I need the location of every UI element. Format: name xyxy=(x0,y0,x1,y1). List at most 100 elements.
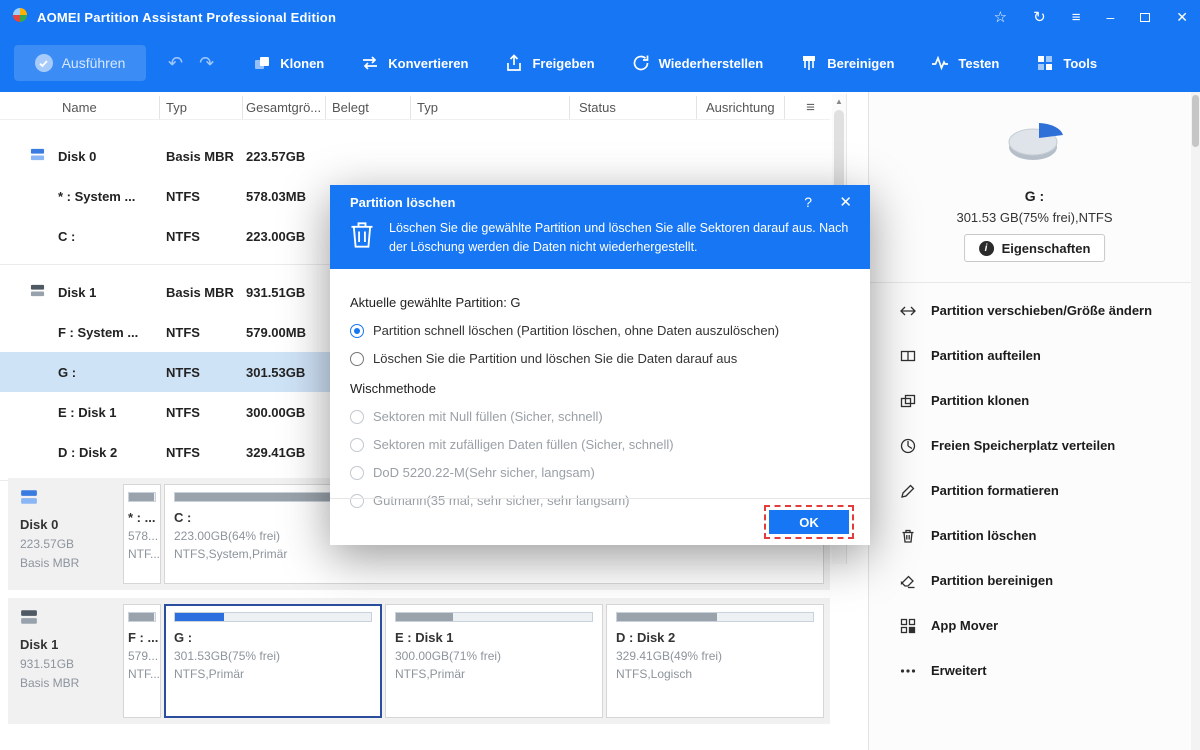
maximize-icon xyxy=(1140,13,1151,22)
table-row-disk0[interactable]: Disk 0 Basis MBR 223.57GB xyxy=(0,136,830,176)
window-scrollbar-thumb[interactable] xyxy=(1192,95,1199,147)
partition-card-f[interactable]: F : ... 579... NTF... xyxy=(123,604,161,718)
properties-button[interactable]: i Eigenschaften xyxy=(963,234,1106,262)
disk-icon xyxy=(20,610,38,630)
dialog-close-icon[interactable]: ✕ xyxy=(839,193,852,211)
partition-name: G : xyxy=(174,630,193,645)
row-size: 329.41GB xyxy=(246,444,306,460)
toolbar-label: Freigeben xyxy=(532,55,595,71)
option-label: Sektoren mit Null füllen (Sicher, schnel… xyxy=(373,409,603,424)
radio-disabled-icon xyxy=(350,437,364,452)
column-header-type2[interactable]: Typ xyxy=(411,96,570,119)
sidebar-item-split[interactable]: Partition aufteilen xyxy=(869,333,1190,378)
radio-unselected-icon[interactable] xyxy=(350,351,364,366)
partition-size: 301.53GB(75% frei) xyxy=(174,649,281,663)
scroll-up-arrow-icon[interactable]: ▲ xyxy=(832,94,846,108)
sidebar-item-delete[interactable]: Partition löschen xyxy=(869,513,1190,558)
minimize-button[interactable]: – xyxy=(1106,10,1114,24)
redo-icon[interactable]: ↷ xyxy=(199,53,214,74)
sidebar-item-move-resize[interactable]: Partition verschieben/Größe ändern xyxy=(869,288,1190,333)
row-name: G : xyxy=(0,365,160,380)
share-icon xyxy=(504,53,524,73)
row-size: 300.00GB xyxy=(246,404,306,420)
option-label: Sektoren mit zufälligen Daten füllen (Si… xyxy=(373,437,674,452)
row-name-text: Disk 0 xyxy=(58,148,97,164)
toolbar-item-clean[interactable]: Bereinigen xyxy=(799,53,894,73)
window-scrollbar[interactable] xyxy=(1191,92,1200,750)
row-name-text: F : System ... xyxy=(58,324,139,340)
capacity-bar xyxy=(128,492,156,502)
column-header-alignment[interactable]: Ausrichtung xyxy=(697,96,785,119)
ok-button[interactable]: OK xyxy=(769,510,849,534)
disk-icon xyxy=(30,283,45,301)
column-header-type[interactable]: Typ xyxy=(160,96,243,119)
sidebar-item-advanced[interactable]: Erweitert xyxy=(869,648,1190,693)
capacity-bar xyxy=(616,612,814,622)
toolbar-item-test[interactable]: Testen xyxy=(930,53,999,73)
dialog-footer: OK xyxy=(330,498,870,545)
sidebar-item-wipe[interactable]: Partition bereinigen xyxy=(869,558,1190,603)
column-header-used[interactable]: Belegt xyxy=(326,96,411,119)
partition-card-system[interactable]: * : ... 578... NTF... xyxy=(123,484,161,584)
option-quick-delete[interactable]: Partition schnell löschen (Partition lös… xyxy=(350,323,850,338)
sidebar-menu: Partition verschieben/Größe ändern Parti… xyxy=(869,288,1190,693)
row-type: Basis MBR xyxy=(166,148,234,164)
titlebar: AOMEI Partition Assistant Professional E… xyxy=(0,0,1200,34)
refresh-icon[interactable]: ↻ xyxy=(1033,10,1046,25)
radio-disabled-icon xyxy=(350,465,364,480)
column-settings-icon[interactable]: ≡ xyxy=(785,96,830,119)
capacity-bar xyxy=(128,612,156,622)
row-name: Disk 0 xyxy=(0,149,160,164)
tools-icon xyxy=(1035,53,1055,73)
toolbar-item-tools[interactable]: Tools xyxy=(1035,53,1097,73)
help-icon[interactable]: ? xyxy=(804,194,812,210)
partition-card-e[interactable]: E : Disk 1 300.00GB(71% frei) NTFS,Primä… xyxy=(385,604,603,718)
partition-fs: NTFS,Logisch xyxy=(616,667,693,681)
sidebar-item-app-mover[interactable]: App Mover xyxy=(869,603,1190,648)
ellipsis-icon xyxy=(899,662,917,680)
dialog-title: Partition löschen xyxy=(350,195,456,210)
wipe-method-zero-fill: Sektoren mit Null füllen (Sicher, schnel… xyxy=(350,409,850,424)
row-name-text: E : Disk 1 xyxy=(58,404,117,420)
sidebar-item-format[interactable]: Partition formatieren xyxy=(869,468,1190,513)
sidebar-item-clone[interactable]: Partition klonen xyxy=(869,378,1190,423)
column-header-total-size[interactable]: Gesamtgrö... xyxy=(243,96,326,119)
partition-card-g-selected[interactable]: G : 301.53GB(75% frei) NTFS,Primär xyxy=(164,604,382,718)
apply-button[interactable]: Ausführen xyxy=(14,45,146,81)
toolbar-item-restore[interactable]: Wiederherstellen xyxy=(631,53,763,73)
row-size: 223.57GB xyxy=(246,148,306,164)
toolbar-item-share[interactable]: Freigeben xyxy=(504,53,595,73)
disk0-info-card[interactable]: Disk 0 223.57GB Basis MBR xyxy=(14,484,120,584)
partition-fs: NTFS,Primär xyxy=(395,667,465,681)
eraser-icon xyxy=(899,572,917,590)
option-delete-and-wipe[interactable]: Löschen Sie die Partition und löschen Si… xyxy=(350,351,850,366)
column-header-status[interactable]: Status xyxy=(570,96,697,119)
close-button[interactable]: ✕ xyxy=(1176,10,1188,24)
menu-label: Partition löschen xyxy=(931,528,1037,543)
toolbar-item-convert[interactable]: Konvertieren xyxy=(360,53,468,73)
split-partition-icon xyxy=(899,347,917,365)
row-name: Disk 1 xyxy=(0,285,160,300)
disk1-info-card[interactable]: Disk 1 931.51GB Basis MBR xyxy=(14,604,120,718)
option-label: DoD 5220.22-M(Sehr sicher, langsam) xyxy=(373,465,595,480)
favorite-star-icon[interactable]: ☆ xyxy=(994,10,1007,25)
maximize-button[interactable] xyxy=(1140,10,1151,24)
clone-partition-icon xyxy=(899,392,917,410)
disk-name: Disk 0 xyxy=(20,517,59,532)
sidebar-item-distribute-free-space[interactable]: Freien Speicherplatz verteilen xyxy=(869,423,1190,468)
partition-card-d[interactable]: D : Disk 2 329.41GB(49% frei) NTFS,Logis… xyxy=(606,604,824,718)
row-type: NTFS xyxy=(166,324,200,340)
disk-style: Basis MBR xyxy=(20,556,80,570)
partition-fs: NTFS,Primär xyxy=(174,667,244,681)
move-resize-icon xyxy=(899,302,917,320)
undo-icon[interactable]: ↶ xyxy=(168,53,183,74)
radio-selected-icon[interactable] xyxy=(350,323,364,338)
row-type: NTFS xyxy=(166,228,200,244)
partition-size: 300.00GB(71% frei) xyxy=(395,649,502,663)
toolbar-item-clone[interactable]: Klonen xyxy=(252,53,324,73)
hamburger-menu-icon[interactable]: ≡ xyxy=(1072,10,1081,25)
convert-icon xyxy=(360,53,380,73)
history-controls: ↶ ↷ xyxy=(168,53,214,74)
column-header-name[interactable]: Name xyxy=(0,96,160,119)
row-name: D : Disk 2 xyxy=(0,445,160,460)
